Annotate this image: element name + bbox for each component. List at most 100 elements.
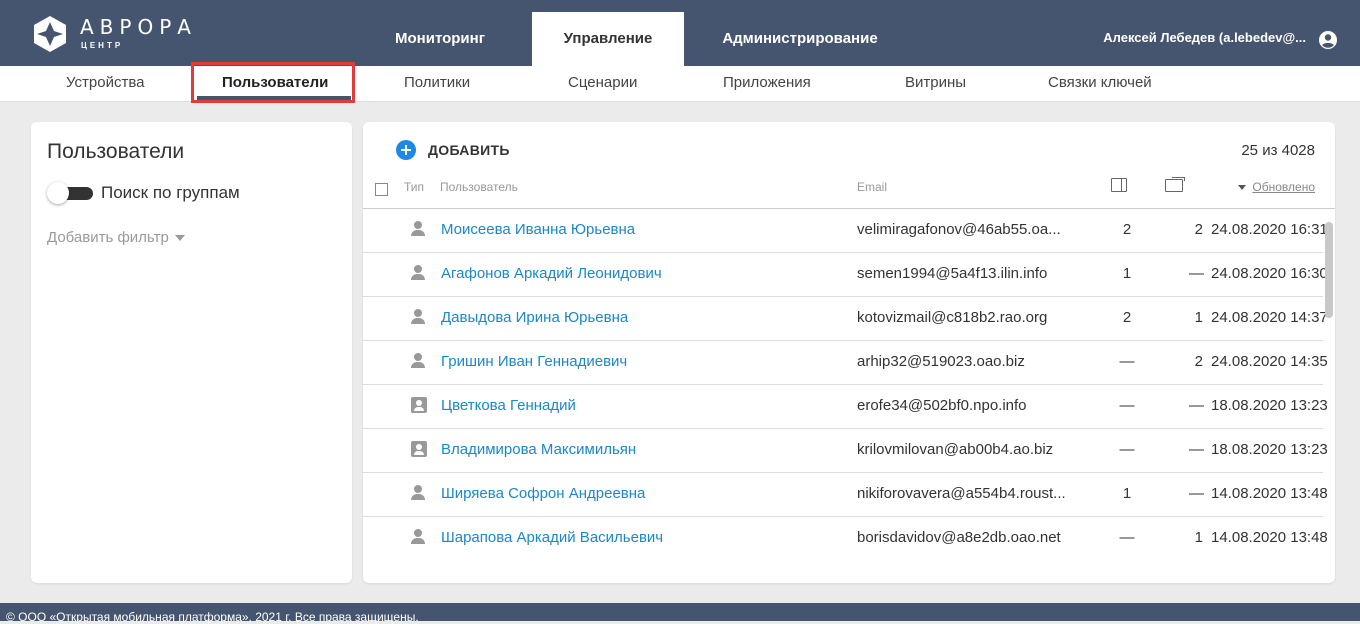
results-count: 25 из 4028	[1241, 142, 1315, 159]
groups-count: 1	[1194, 529, 1203, 546]
logo[interactable]: АВРОРА ЦЕНТР	[30, 12, 230, 56]
groups-column-icon	[1165, 177, 1185, 192]
scrollbar-thumb[interactable]	[1325, 222, 1333, 318]
user-email: erofe34@502bf0.npo.info	[857, 397, 1027, 414]
table-row[interactable]: Шарапова Аркадий Васильевич borisdavidov@…	[363, 517, 1328, 560]
tab-administration[interactable]: Администрирование	[702, 12, 898, 66]
users-table-body: Моисеева Иванна Юрьевна velimiragafonov@4…	[363, 209, 1328, 560]
devices-count: —	[1119, 353, 1135, 370]
subtab-showcases[interactable]: Витрины	[905, 74, 966, 91]
highlight-box	[191, 62, 355, 103]
user-email: semen1994@5a4f13.ilin.info	[857, 265, 1048, 282]
filter-panel: Пользователи Поиск по группам Добавить ф…	[31, 122, 352, 583]
toggle-knob	[47, 182, 69, 204]
devices-count: 1	[1122, 265, 1132, 282]
updated-date: 18.08.2020 13:23	[1211, 441, 1328, 458]
table-row[interactable]: Владимирова Максимильян krilovmilovan@ab0…	[363, 429, 1328, 473]
subtab-applications[interactable]: Приложения	[723, 74, 811, 91]
subtab-devices[interactable]: Устройства	[66, 74, 144, 91]
devices-column-icon	[1111, 178, 1127, 192]
user-name-link[interactable]: Владимирова Максимильян	[441, 441, 636, 458]
devices-count: —	[1119, 529, 1135, 546]
devices-count: 2	[1122, 221, 1132, 238]
user-name-link[interactable]: Шарапова Аркадий Васильевич	[441, 529, 663, 546]
add-filter-label: Добавить фильтр	[47, 229, 169, 246]
updated-date: 24.08.2020 16:30	[1211, 265, 1328, 282]
updated-date: 14.08.2020 13:48	[1211, 529, 1328, 546]
table-row[interactable]: Моисеева Иванна Юрьевна velimiragafonov@4…	[363, 209, 1328, 253]
brand-sub: ЦЕНТР	[81, 41, 124, 50]
table-row[interactable]: Ширяева Софрон Андреевна nikiforovavera@a…	[363, 473, 1328, 517]
group-search-label: Поиск по группам	[101, 183, 240, 202]
person-icon	[411, 309, 425, 325]
users-list-panel: ДОБАВИТЬ 25 из 4028 Тип Пользователь Ema…	[363, 122, 1335, 583]
contact-card-icon	[411, 397, 427, 413]
panel-title: Пользователи	[47, 140, 185, 163]
person-icon	[411, 485, 425, 501]
updated-date: 24.08.2020 14:35	[1211, 353, 1328, 370]
devices-count: —	[1119, 441, 1135, 458]
account-circle-icon[interactable]	[1318, 30, 1338, 50]
user-email: nikiforovavera@a554b4.roust...	[857, 485, 1066, 502]
groups-count: 1	[1194, 309, 1203, 326]
subtab-keychains[interactable]: Связки ключей	[1048, 74, 1152, 91]
table-row[interactable]: Агафонов Аркадий Леонидович semen1994@5a4…	[363, 253, 1328, 297]
user-name-link[interactable]: Ширяева Софрон Андреевна	[441, 485, 645, 502]
person-icon	[411, 221, 425, 237]
user-name-link[interactable]: Гришин Иван Геннадиевич	[441, 353, 627, 370]
tab-management[interactable]: Управление	[532, 12, 684, 66]
add-button-label: ДОБАВИТЬ	[428, 142, 510, 158]
select-all-checkbox[interactable]	[375, 183, 388, 196]
person-icon	[411, 353, 425, 369]
groups-count: —	[1189, 441, 1204, 458]
brand-name: АВРОРА	[80, 15, 197, 39]
person-icon	[411, 265, 425, 281]
subtab-policies[interactable]: Политики	[404, 74, 470, 91]
contact-card-icon	[411, 441, 427, 457]
user-name-link[interactable]: Цветкова Геннадий	[441, 397, 576, 414]
aurora-logo-icon	[34, 16, 66, 52]
user-name-link[interactable]: Моисеева Иванна Юрьевна	[441, 221, 635, 238]
column-updated-sort[interactable]: Обновлено	[1238, 180, 1315, 194]
user-name-link[interactable]: Давыдова Ирина Юрьевна	[441, 309, 628, 326]
updated-date: 14.08.2020 13:48	[1211, 485, 1328, 502]
devices-count: —	[1119, 397, 1135, 414]
table-row[interactable]: Гришин Иван Геннадиевич arhip32@519023.oa…	[363, 341, 1328, 385]
user-name-link[interactable]: Агафонов Аркадий Леонидович	[441, 265, 662, 282]
groups-count: —	[1189, 265, 1204, 282]
add-filter-dropdown[interactable]: Добавить фильтр	[47, 229, 185, 246]
groups-count: —	[1189, 485, 1204, 502]
footer: © ООО «Открытая мобильная платформа», 20…	[0, 603, 1360, 624]
user-email: kotovizmail@c818b2.rao.org	[857, 309, 1048, 326]
top-bar: АВРОРА ЦЕНТР Мониторинг Управление Админ…	[0, 0, 1360, 66]
devices-count: 2	[1122, 309, 1132, 326]
user-email: borisdavidov@a8e2db.oao.net	[857, 529, 1061, 546]
person-icon	[411, 529, 425, 545]
column-updated: Обновлено	[1252, 180, 1315, 194]
plus-circle-icon	[396, 140, 416, 160]
column-type: Тип	[404, 180, 425, 194]
table-row[interactable]: Цветкова Геннадий erofe34@502bf0.npo.info…	[363, 385, 1328, 429]
devices-count: 1	[1122, 485, 1132, 502]
updated-date: 24.08.2020 16:31	[1211, 221, 1328, 238]
updated-date: 24.08.2020 14:37	[1211, 309, 1328, 326]
column-email[interactable]: Email	[857, 180, 887, 194]
scrollbar[interactable]	[1325, 222, 1333, 422]
groups-count: 2	[1194, 221, 1203, 238]
groups-count: 2	[1194, 353, 1203, 370]
user-email: arhip32@519023.oao.biz	[857, 353, 1025, 370]
sort-desc-icon	[1238, 185, 1247, 191]
table-header: Тип Пользователь Email Обновлено	[363, 174, 1335, 209]
tab-monitoring[interactable]: Мониторинг	[378, 12, 502, 66]
table-row[interactable]: Давыдова Ирина Юрьевна kotovizmail@c818b2…	[363, 297, 1328, 341]
user-email: krilovmilovan@ab00b4.ao.biz	[857, 441, 1054, 458]
updated-date: 18.08.2020 13:23	[1211, 397, 1328, 414]
subtab-scenarios[interactable]: Сценарии	[568, 74, 637, 91]
caret-down-icon	[174, 235, 185, 242]
group-search-toggle[interactable]	[47, 182, 93, 204]
column-user[interactable]: Пользователь	[440, 180, 518, 194]
copyright-text: © ООО «Открытая мобильная платформа», 20…	[6, 610, 419, 624]
user-email: velimiragafonov@46ab55.oa...	[857, 221, 1061, 238]
groups-count: —	[1189, 397, 1204, 414]
user-name[interactable]: Алексей Лебедев (a.lebedev@...	[1103, 30, 1306, 45]
